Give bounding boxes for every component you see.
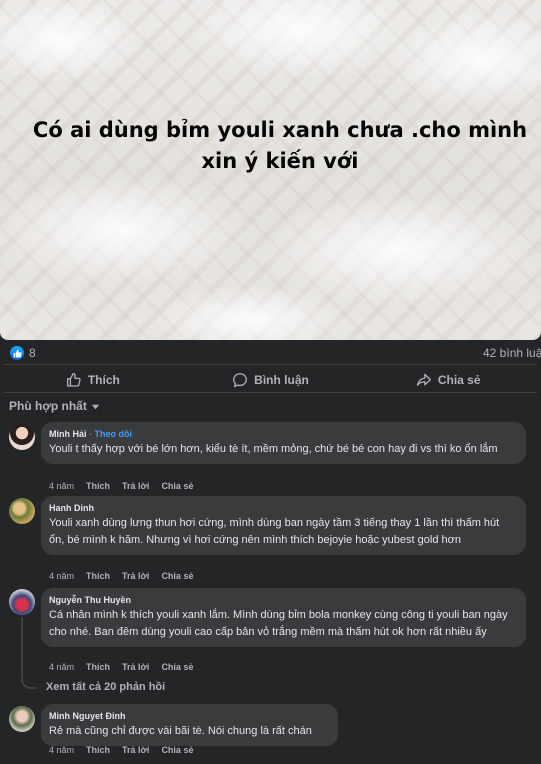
share-button[interactable]: Chia sẻ bbox=[359, 365, 537, 394]
comment-author[interactable]: Nguyễn Thu Huyền bbox=[49, 594, 517, 607]
reactions-bar: 8 42 bình luận bbox=[0, 340, 541, 366]
avatar[interactable] bbox=[9, 706, 35, 732]
caret-down-icon bbox=[91, 404, 99, 409]
comment-time[interactable]: 4 năm bbox=[49, 745, 74, 755]
comment-reply-button[interactable]: Trả lời bbox=[122, 662, 149, 672]
view-all-replies-link[interactable]: Xem tất cả 20 phản hồi bbox=[46, 681, 165, 693]
share-arrow-icon bbox=[416, 373, 431, 386]
comment-meta: 4 năm Thích Trả lời Chia sẻ bbox=[49, 745, 193, 755]
separator: · bbox=[89, 429, 93, 439]
follow-button[interactable]: Theo dõi bbox=[95, 429, 133, 439]
comment-meta: 4 năm Thích Trả lời Chia sẻ bbox=[49, 571, 193, 581]
comment-like-button[interactable]: Thích bbox=[86, 481, 110, 491]
comment-button-label: Bình luận bbox=[254, 372, 309, 387]
comment-reply-button[interactable]: Trả lời bbox=[122, 571, 149, 581]
comment-bubble: Nguyễn Thu Huyền Cá nhân mình k thích yo… bbox=[41, 588, 526, 647]
like-reaction-icon[interactable] bbox=[10, 346, 24, 360]
reaction-count[interactable]: 8 bbox=[29, 346, 36, 360]
post-background-image[interactable]: Có ai dùng bỉm youli xanh chưa .cho mình… bbox=[0, 0, 541, 340]
sort-label: Phù hợp nhất bbox=[9, 399, 87, 413]
comment-author[interactable]: Hanh Dinh bbox=[49, 502, 517, 515]
reply-thread-connector bbox=[21, 679, 37, 689]
like-button-label: Thích bbox=[87, 372, 120, 387]
comment-bubble: Hanh Dinh Youli xanh dùng lưng thun hơi … bbox=[41, 496, 526, 555]
comment-like-button[interactable]: Thích bbox=[86, 662, 110, 672]
post-text: Có ai dùng bỉm youli xanh chưa .cho mình… bbox=[32, 118, 528, 173]
comment-bubble: Minh Hải · Theo dõi Youli t thấy hợp với… bbox=[41, 422, 526, 464]
comment-time[interactable]: 4 năm bbox=[49, 571, 74, 581]
comment-time[interactable]: 4 năm bbox=[49, 481, 74, 491]
comment-bubble-icon bbox=[233, 372, 248, 388]
comment-author-line: Minh Hải · Theo dõi bbox=[49, 428, 517, 441]
comment-share-button[interactable]: Chia sẻ bbox=[161, 571, 193, 581]
comment-text: Cá nhân mình k thích youli xanh lắm. Mìn… bbox=[49, 609, 508, 638]
comment-reply-button[interactable]: Trả lời bbox=[122, 745, 149, 755]
avatar[interactable] bbox=[9, 424, 35, 450]
comment-bubble: Minh Nguyet Đinh Rẻ mà cũng chỉ được vài… bbox=[41, 704, 338, 746]
comment-author[interactable]: Minh Nguyet Đinh bbox=[49, 710, 329, 723]
comment-reply-button[interactable]: Trả lời bbox=[122, 481, 149, 491]
reply-thread-line bbox=[21, 617, 23, 681]
comment-button[interactable]: Bình luận bbox=[182, 365, 360, 394]
comment-text: Youli xanh dùng lưng thun hơi cứng, mình… bbox=[49, 517, 500, 546]
comment-meta: 4 năm Thích Trả lời Chia sẻ bbox=[49, 662, 193, 672]
share-button-label: Chia sẻ bbox=[437, 372, 481, 387]
comment-text: Youli t thấy hợp với bé lớn hơn, kiểu tè… bbox=[49, 443, 498, 455]
avatar[interactable] bbox=[9, 498, 35, 524]
thumbs-up-icon bbox=[66, 372, 81, 387]
comment-like-button[interactable]: Thích bbox=[86, 745, 110, 755]
avatar[interactable] bbox=[9, 589, 35, 615]
comment-like-button[interactable]: Thích bbox=[86, 571, 110, 581]
comment-time[interactable]: 4 năm bbox=[49, 662, 74, 672]
comment-author[interactable]: Minh Hải bbox=[49, 429, 87, 439]
post-action-bar: Thích Bình luận Chia sẻ bbox=[4, 364, 537, 394]
comment-count[interactable]: 42 bình luận bbox=[483, 346, 541, 360]
comment-text: Rẻ mà cũng chỉ được vài bãi tè. Nói chun… bbox=[49, 725, 312, 737]
comment-share-button[interactable]: Chia sẻ bbox=[161, 481, 193, 491]
comment-sort-dropdown[interactable]: Phù hợp nhất bbox=[9, 399, 100, 413]
like-button[interactable]: Thích bbox=[4, 365, 182, 394]
divider bbox=[4, 392, 537, 393]
comment-share-button[interactable]: Chia sẻ bbox=[161, 745, 193, 755]
comment-share-button[interactable]: Chia sẻ bbox=[161, 662, 193, 672]
comment-meta: 4 năm Thích Trả lời Chia sẻ bbox=[49, 481, 193, 491]
